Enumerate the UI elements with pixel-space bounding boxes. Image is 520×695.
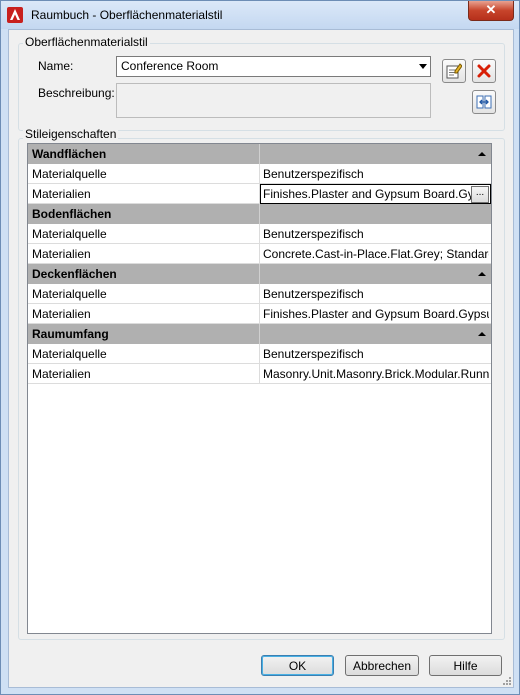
property-value[interactable]: Benutzerspezifisch xyxy=(263,347,489,361)
property-name: Materialien xyxy=(32,247,91,261)
column-divider xyxy=(259,144,260,164)
property-row[interactable]: Materialien Finishes.Plaster and Gypsum … xyxy=(28,184,491,204)
ok-button[interactable]: OK xyxy=(261,655,334,676)
autocad-app-icon xyxy=(7,7,23,23)
delete-style-button[interactable] xyxy=(472,59,496,83)
property-row[interactable]: Materialquelle Benutzerspezifisch xyxy=(28,344,491,364)
name-label: Name: xyxy=(38,59,74,73)
category-title: Deckenflächen xyxy=(32,267,117,281)
window-title: Raumbuch - Oberflächenmaterialstil xyxy=(31,8,223,22)
description-field[interactable] xyxy=(116,83,431,118)
property-row[interactable]: Materialquelle Benutzerspezifisch xyxy=(28,164,491,184)
browse-button[interactable]: ... xyxy=(471,186,489,203)
description-label: Beschreibung: xyxy=(38,86,115,100)
property-value[interactable]: Benutzerspezifisch xyxy=(263,287,489,301)
column-divider xyxy=(259,364,260,384)
name-dropdown[interactable]: Conference Room xyxy=(116,56,431,77)
category-header-bodenflaechen[interactable]: Bodenflächen xyxy=(28,204,491,224)
property-name: Materialien xyxy=(32,367,91,381)
dialog-client: Oberflächenmaterialstil Name: Conference… xyxy=(8,29,514,688)
column-divider xyxy=(259,244,260,264)
property-grid[interactable]: Wandflächen Materialquelle Benutzerspezi… xyxy=(27,143,492,634)
delete-icon xyxy=(477,64,491,78)
column-divider xyxy=(259,304,260,324)
property-name: Materialquelle xyxy=(32,227,107,241)
category-title: Bodenflächen xyxy=(32,207,112,221)
category-header-wandflaechen[interactable]: Wandflächen xyxy=(28,144,491,164)
collapse-arrow-icon[interactable] xyxy=(478,152,486,156)
column-divider xyxy=(259,204,260,224)
property-name: Materialien xyxy=(32,187,91,201)
category-title: Raumumfang xyxy=(32,327,109,341)
property-row[interactable]: Materialien Concrete.Cast-in-Place.Flat.… xyxy=(28,244,491,264)
help-button[interactable]: Hilfe xyxy=(429,655,502,676)
property-name: Materialquelle xyxy=(32,287,107,301)
column-divider xyxy=(259,284,260,304)
edit-style-icon xyxy=(446,63,462,79)
properties-group-label: Stileigenschaften xyxy=(23,127,119,141)
property-value[interactable]: Benutzerspezifisch xyxy=(263,167,489,181)
category-header-raumumfang[interactable]: Raumumfang xyxy=(28,324,491,344)
property-name: Materialquelle xyxy=(32,347,107,361)
property-row[interactable]: Materialquelle Benutzerspezifisch xyxy=(28,284,491,304)
name-dropdown-value: Conference Room xyxy=(121,59,219,73)
dialog-window: Raumbuch - Oberflächenmaterialstil ✕ Obe… xyxy=(0,0,520,695)
material-edit-field[interactable]: Finishes.Plaster and Gypsum Board.Gypsum… xyxy=(260,184,491,204)
collapse-arrow-icon[interactable] xyxy=(478,272,486,276)
column-divider xyxy=(259,264,260,284)
column-divider xyxy=(259,324,260,344)
resize-grip-icon[interactable] xyxy=(502,676,512,686)
close-button[interactable]: ✕ xyxy=(468,1,514,21)
property-row[interactable]: Materialien Finishes.Plaster and Gypsum … xyxy=(28,304,491,324)
property-value[interactable]: Benutzerspezifisch xyxy=(263,227,489,241)
property-name: Materialien xyxy=(32,307,91,321)
style-group-label: Oberflächenmaterialstil xyxy=(23,35,150,49)
category-title: Wandflächen xyxy=(32,147,107,161)
property-value[interactable]: Masonry.Unit.Masonry.Brick.Modular.Runni… xyxy=(263,367,489,381)
compare-style-button[interactable] xyxy=(472,90,496,114)
chevron-down-icon xyxy=(419,64,427,69)
edit-style-button[interactable] xyxy=(442,59,466,83)
column-divider xyxy=(259,164,260,184)
column-divider xyxy=(259,224,260,244)
category-header-deckenflaechen[interactable]: Deckenflächen xyxy=(28,264,491,284)
property-value[interactable]: Concrete.Cast-in-Place.Flat.Grey; Standa… xyxy=(263,247,489,261)
column-divider xyxy=(259,344,260,364)
material-edit-value[interactable]: Finishes.Plaster and Gypsum Board.Gypsum xyxy=(263,187,471,201)
title-bar[interactable]: Raumbuch - Oberflächenmaterialstil ✕ xyxy=(1,1,519,29)
cancel-button[interactable]: Abbrechen xyxy=(345,655,419,676)
compare-icon xyxy=(476,95,492,109)
property-value[interactable]: Finishes.Plaster and Gypsum Board.Gypsum xyxy=(263,307,489,321)
property-name: Materialquelle xyxy=(32,167,107,181)
collapse-arrow-icon[interactable] xyxy=(478,332,486,336)
property-row[interactable]: Materialquelle Benutzerspezifisch xyxy=(28,224,491,244)
property-row[interactable]: Materialien Masonry.Unit.Masonry.Brick.M… xyxy=(28,364,491,384)
